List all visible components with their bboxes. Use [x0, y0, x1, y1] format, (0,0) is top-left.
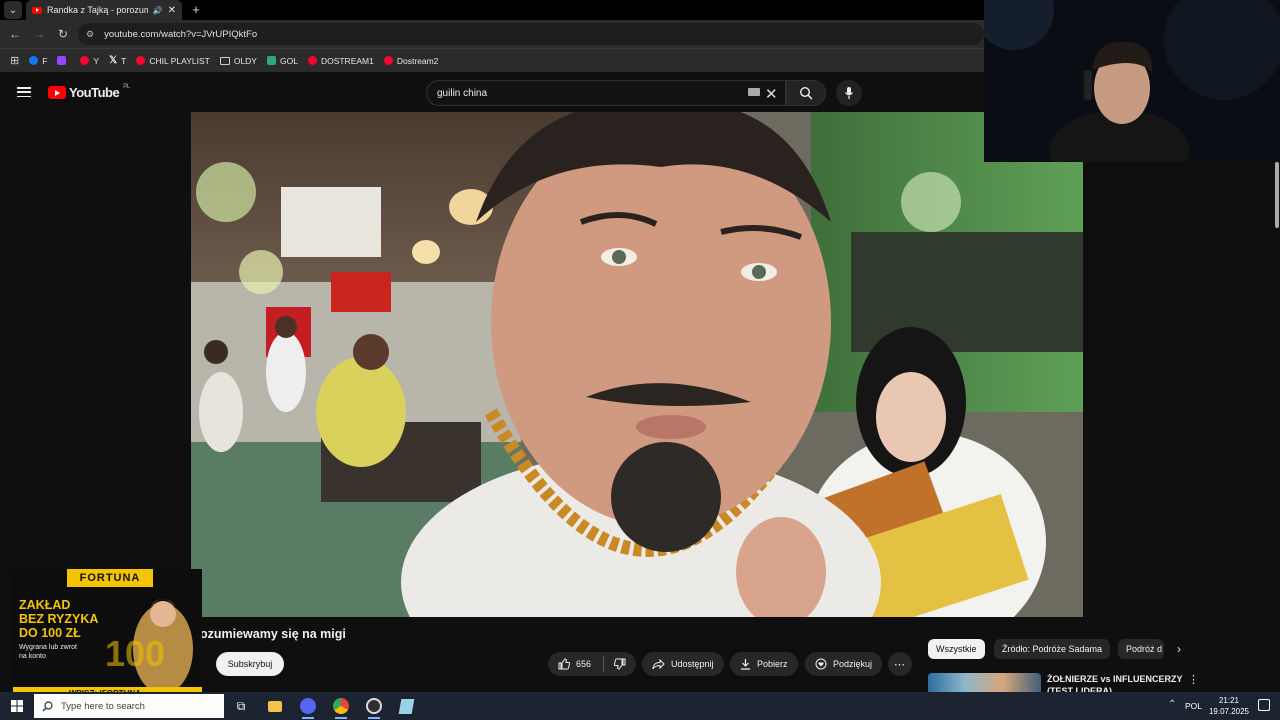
language-indicator[interactable]: POL [1185, 701, 1202, 711]
speaker-icon[interactable]: 🔊 [153, 6, 163, 15]
bookmark-folder[interactable]: OLDY [219, 56, 257, 66]
recommended-menu-icon[interactable]: ⋮ [1188, 673, 1199, 686]
chip-travel[interactable]: Podróż d [1118, 639, 1164, 659]
keyboard-icon[interactable] [748, 88, 760, 96]
ad-brand: FORTUNA [67, 569, 153, 587]
taskbar-search-input[interactable]: Type here to search [34, 694, 224, 718]
webcam-image [984, 0, 1280, 162]
video-player[interactable] [191, 112, 1083, 617]
download-button[interactable]: Pobierz [730, 652, 798, 676]
bookmark-item[interactable]: GOL [266, 56, 298, 66]
reload-icon[interactable]: ↻ [56, 27, 70, 41]
voice-search-button[interactable] [836, 80, 862, 106]
youtube-header: YouTube PL guilin china ✕ [0, 72, 984, 112]
windows-logo-icon [11, 700, 23, 712]
more-actions-button[interactable]: ⋯ [888, 652, 912, 676]
new-tab-button[interactable]: + [188, 1, 204, 17]
youtube-icon [383, 56, 393, 65]
chip-source[interactable]: Źródło: Podróże Sadama [994, 639, 1111, 659]
ad-headline: ZAKŁAD BEZ RYZYKA DO 100 ZŁ [19, 598, 99, 640]
thanks-heart-icon [815, 658, 827, 670]
clear-search-icon[interactable]: ✕ [765, 85, 778, 103]
bookmarks-bar: ⊞ F Y 𝕏T CHIL PLAYLIST OLDY GOL DOSTREAM… [0, 48, 984, 72]
youtube-icon [307, 56, 317, 65]
more-dots-icon: ⋯ [894, 658, 906, 671]
youtube-play-icon [48, 86, 66, 99]
taskbar-search-placeholder: Type here to search [61, 700, 145, 712]
notifications-icon[interactable] [1258, 699, 1270, 711]
bookmark-item[interactable]: Y [80, 56, 99, 66]
bookmark-item[interactable]: Dostream2 [383, 56, 438, 66]
tray-chevron-icon[interactable]: ⌃ [1168, 699, 1176, 710]
bookmark-item[interactable]: F [29, 56, 47, 66]
thanks-label: Podziękuj [833, 659, 873, 669]
ad-big-number: 100 [105, 633, 166, 674]
chrome-icon[interactable] [331, 696, 351, 719]
windows-taskbar: Type here to search ⧉ ⌃ POL 21:21 19.07.… [0, 692, 1280, 720]
discord-icon[interactable] [298, 696, 318, 719]
apps-grid-icon[interactable]: ⊞ [10, 54, 19, 67]
streamer-webcam-overlay [984, 0, 1280, 162]
browser-tab[interactable]: Randka z Tajką - porozumiewamy się na mi… [26, 0, 182, 20]
thumbs-down-icon[interactable] [614, 658, 626, 670]
obs-icon[interactable] [364, 696, 384, 719]
search-icon [42, 700, 53, 711]
facebook-icon [29, 56, 39, 65]
bookmark-item[interactable]: CHIL PLAYLIST [136, 56, 210, 66]
bookmark-item[interactable] [57, 56, 70, 65]
menu-hamburger-icon[interactable] [17, 87, 31, 97]
file-explorer-icon[interactable] [265, 696, 285, 716]
thumbs-up-icon [558, 658, 570, 670]
page-scrollbar[interactable] [1275, 162, 1279, 228]
forward-arrow-icon[interactable]: → [32, 27, 46, 41]
ad-subtext: Wygrana lub zwrot na konto [19, 644, 77, 660]
bookmark-item[interactable]: DOSTREAM1 [307, 56, 374, 66]
chips-next-chevron-icon[interactable]: › [1177, 642, 1181, 656]
x-icon: 𝕏 [109, 55, 118, 66]
microphone-icon [845, 87, 853, 99]
youtube-icon [80, 56, 90, 65]
youtube-icon [136, 56, 146, 65]
search-input[interactable]: guilin china [426, 80, 786, 106]
close-tab-icon[interactable]: ✕ [168, 5, 176, 16]
youtube-logo[interactable]: YouTube PL [48, 83, 130, 100]
windows-start-button[interactable] [7, 696, 27, 716]
chip-all[interactable]: Wszystkie [928, 639, 985, 659]
like-count: 656 [576, 659, 592, 669]
browser-toolbar: ← → ↻ ⚙ youtube.com/watch?v=JVrUPIQktFo [0, 20, 984, 48]
gol-icon [266, 56, 276, 65]
share-label: Udostępnij [671, 659, 714, 669]
like-dislike-group: 656 [548, 652, 636, 676]
search-button[interactable] [786, 80, 826, 106]
tab-search-chevron-icon[interactable]: ⌄ [4, 1, 22, 19]
youtube-favicon-icon [32, 6, 42, 14]
video-title: ozumiewamy się na migi [200, 627, 346, 641]
download-label: Pobierz [757, 659, 788, 669]
tab-title: Randka z Tajką - porozumiewamy się na mi… [47, 5, 148, 15]
url-text: youtube.com/watch?v=JVrUPIQktFo [104, 28, 258, 40]
fortuna-ad-overlay: FORTUNA ZAKŁAD BEZ RYZYKA DO 100 ZŁ Wygr… [13, 569, 202, 699]
recommended-thumbnail[interactable] [928, 673, 1041, 693]
like-button[interactable]: 656 [558, 658, 591, 670]
download-icon [741, 659, 750, 670]
taskbar-clock[interactable]: 21:21 19.07.2025 [1206, 695, 1252, 717]
subscribe-button[interactable]: Subskrybuj [216, 652, 284, 676]
twitch-icon [57, 56, 67, 65]
address-bar[interactable]: ⚙ youtube.com/watch?v=JVrUPIQktFo [78, 23, 984, 45]
video-frame-image [191, 112, 1083, 617]
thanks-button[interactable]: Podziękuj [805, 652, 883, 676]
search-icon [799, 86, 813, 100]
app-icon[interactable] [396, 696, 416, 716]
bookmark-item[interactable]: 𝕏T [109, 55, 126, 66]
folder-icon [219, 56, 230, 65]
region-code: PL [123, 83, 130, 90]
task-view-icon[interactable]: ⧉ [231, 696, 251, 716]
search-query: guilin china [437, 87, 488, 99]
share-arrow-icon [652, 658, 665, 669]
back-arrow-icon[interactable]: ← [8, 27, 22, 41]
site-info-icon[interactable]: ⚙ [86, 29, 94, 40]
share-button[interactable]: Udostępnij [642, 652, 724, 676]
